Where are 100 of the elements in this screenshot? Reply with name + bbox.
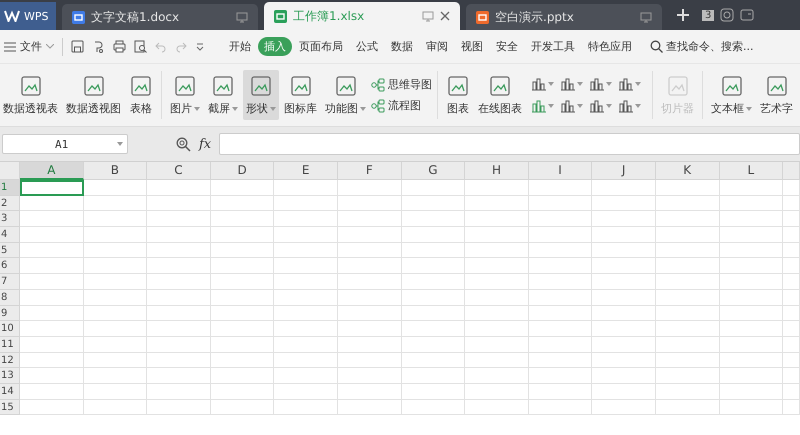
- row-header[interactable]: 11: [0, 336, 20, 353]
- grid-cell[interactable]: [20, 211, 84, 228]
- grid-cell[interactable]: [720, 258, 784, 274]
- row-header[interactable]: 7: [0, 274, 20, 290]
- grid-cell[interactable]: [465, 352, 529, 368]
- grid-cell[interactable]: [592, 211, 656, 228]
- add-tab-icon[interactable]: [676, 8, 690, 22]
- grid-cell[interactable]: [465, 306, 529, 322]
- grid-cell[interactable]: [20, 336, 84, 353]
- ribbon-button[interactable]: 表格: [126, 70, 156, 120]
- row-header[interactable]: 15: [0, 400, 20, 416]
- grid-cell[interactable]: [338, 368, 402, 384]
- grid-cell[interactable]: [465, 242, 529, 258]
- column-header[interactable]: C: [147, 162, 211, 180]
- grid-cell[interactable]: [783, 368, 800, 384]
- monitor-icon[interactable]: [236, 12, 248, 22]
- grid-cell[interactable]: [210, 180, 274, 196]
- grid-cell[interactable]: [147, 242, 211, 258]
- grid-cell[interactable]: [402, 227, 466, 243]
- grid-cell[interactable]: [84, 227, 148, 243]
- grid-cell[interactable]: [528, 227, 592, 243]
- grid-cell[interactable]: [720, 180, 784, 196]
- grid-cell[interactable]: [274, 384, 338, 400]
- column-header[interactable]: L: [720, 162, 784, 180]
- grid-cell[interactable]: [783, 258, 800, 274]
- grid-cell[interactable]: [656, 306, 720, 322]
- row-header[interactable]: 12: [0, 352, 20, 368]
- grid-cell[interactable]: [84, 352, 148, 368]
- row-header[interactable]: 9: [0, 306, 20, 322]
- grid-cell[interactable]: [338, 274, 402, 290]
- grid-cell[interactable]: [465, 368, 529, 384]
- grid-cell[interactable]: [465, 321, 529, 337]
- grid-cell[interactable]: [592, 258, 656, 274]
- grid-cell[interactable]: [402, 196, 466, 212]
- grid-cell[interactable]: [783, 242, 800, 258]
- ribbon-tab[interactable]: 开始: [223, 37, 257, 56]
- grid-cell[interactable]: [274, 400, 338, 416]
- grid-cell[interactable]: [402, 242, 466, 258]
- grid-cell[interactable]: [147, 384, 211, 400]
- ribbon-tab[interactable]: 页面布局: [293, 37, 349, 56]
- ribbon-button[interactable]: 功能图: [322, 70, 369, 120]
- grid-cell[interactable]: [274, 180, 338, 196]
- grid-cell[interactable]: [720, 306, 784, 322]
- row-header[interactable]: 4: [0, 227, 20, 243]
- zoom-icon[interactable]: [176, 136, 191, 152]
- grid-cell[interactable]: [338, 384, 402, 400]
- grid-cell[interactable]: [656, 290, 720, 306]
- grid-cell[interactable]: [338, 352, 402, 368]
- grid-cell[interactable]: [465, 290, 529, 306]
- grid-cell[interactable]: [402, 336, 466, 353]
- grid-cell[interactable]: [592, 306, 656, 322]
- grid-cell[interactable]: [465, 274, 529, 290]
- grid-cell[interactable]: [592, 321, 656, 337]
- grid-cell[interactable]: [656, 321, 720, 337]
- grid-cell[interactable]: [465, 400, 529, 416]
- grid-cell[interactable]: [783, 227, 800, 243]
- grid-cell[interactable]: [402, 211, 466, 228]
- grid-cell[interactable]: [274, 352, 338, 368]
- grid-cell[interactable]: [210, 290, 274, 306]
- grid-cell[interactable]: [402, 274, 466, 290]
- grid-cell[interactable]: [783, 306, 800, 322]
- grid-cell[interactable]: [274, 211, 338, 228]
- grid-cell[interactable]: [338, 336, 402, 353]
- grid-cell[interactable]: [592, 368, 656, 384]
- grid-cell[interactable]: [338, 400, 402, 416]
- wps-home-tab[interactable]: WPS: [0, 2, 56, 30]
- column-header[interactable]: K: [656, 162, 720, 180]
- grid-cell[interactable]: [274, 321, 338, 337]
- column-header[interactable]: I: [528, 162, 592, 180]
- grid-cell[interactable]: [720, 321, 784, 337]
- grid-cell[interactable]: [274, 196, 338, 212]
- grid-cell[interactable]: [528, 258, 592, 274]
- grid-cell[interactable]: [84, 258, 148, 274]
- grid-cell[interactable]: [20, 321, 84, 337]
- grid-cell[interactable]: [20, 258, 84, 274]
- ribbon-button[interactable]: 图表: [443, 70, 473, 120]
- grid-cell[interactable]: [84, 211, 148, 228]
- grid-cell[interactable]: [274, 368, 338, 384]
- redo-icon[interactable]: [175, 40, 187, 52]
- column-header[interactable]: J: [592, 162, 656, 180]
- grid-cell[interactable]: [20, 242, 84, 258]
- grid-cell[interactable]: [274, 274, 338, 290]
- grid-cell[interactable]: [720, 400, 784, 416]
- grid-cell[interactable]: [656, 400, 720, 416]
- grid-cell[interactable]: [402, 352, 466, 368]
- grid-cell[interactable]: [338, 290, 402, 306]
- column-header[interactable]: [783, 162, 800, 180]
- grid-cell[interactable]: [338, 306, 402, 322]
- document-tab[interactable]: 空白演示.pptx: [466, 4, 662, 30]
- grid-cell[interactable]: [147, 211, 211, 228]
- grid-cell[interactable]: [528, 242, 592, 258]
- file-menu[interactable]: 文件: [4, 39, 54, 54]
- grid-cell[interactable]: [210, 227, 274, 243]
- grid-cell[interactable]: [210, 368, 274, 384]
- grid-cell[interactable]: [210, 336, 274, 353]
- grid-cell[interactable]: [147, 336, 211, 353]
- more-icon[interactable]: [195, 42, 205, 52]
- grid-cell[interactable]: [274, 227, 338, 243]
- grid-cell[interactable]: [465, 384, 529, 400]
- ribbon-tab[interactable]: 审阅: [420, 37, 454, 56]
